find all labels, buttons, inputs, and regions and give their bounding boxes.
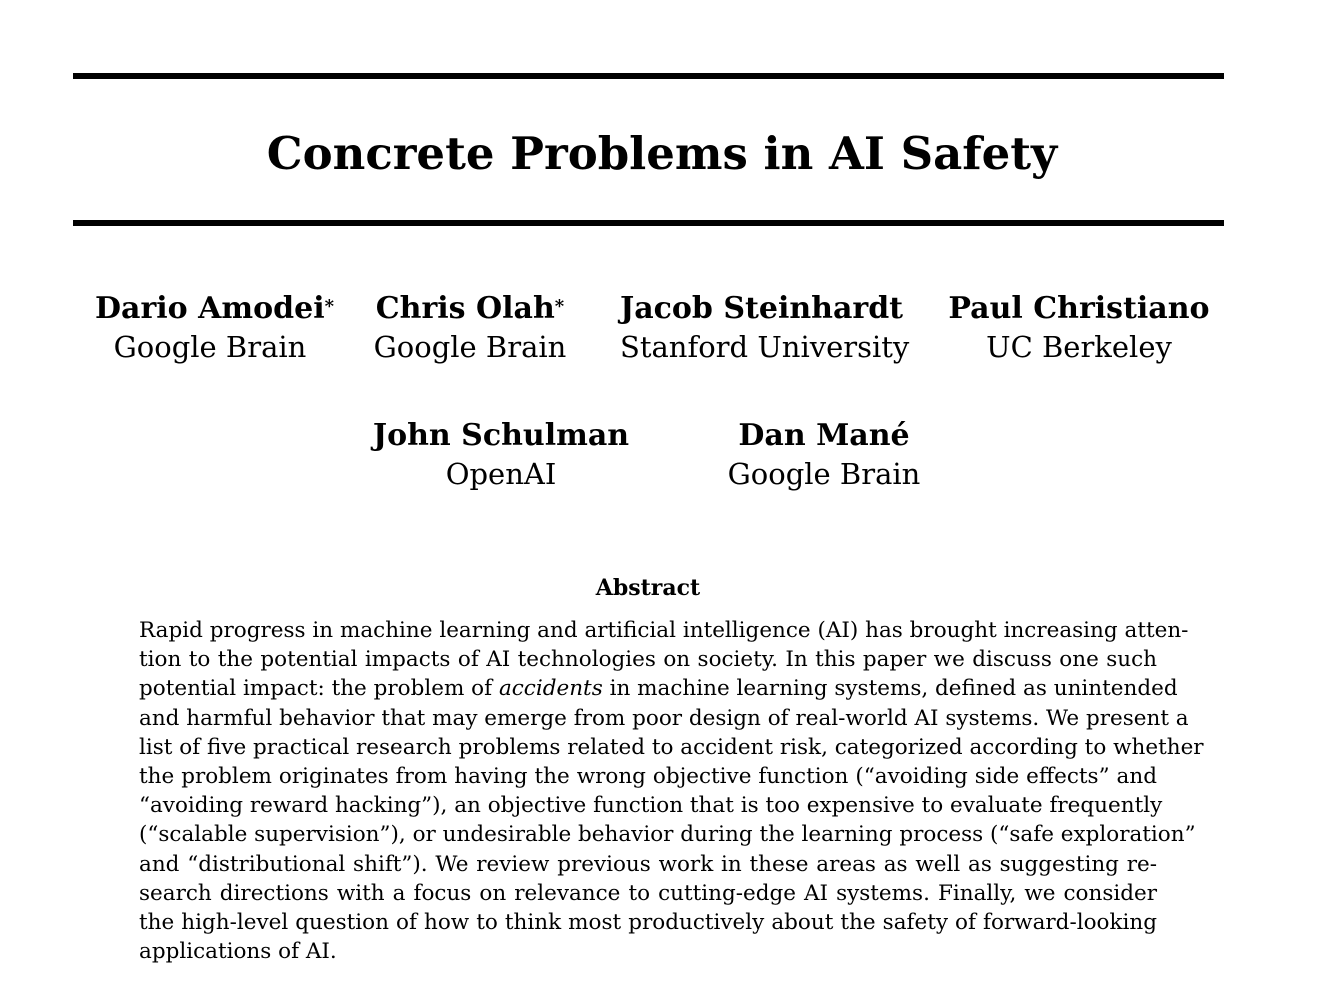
author-affiliation: UC Berkeley: [986, 330, 1172, 364]
author-name: Paul Christiano: [948, 291, 1210, 326]
equal-contribution-mark: *: [554, 296, 565, 317]
abstract-line: and harmful behavior that may emerge fro…: [139, 705, 1189, 731]
author-name: Dan Mané: [738, 418, 910, 453]
title-rule-bottom: [73, 220, 1224, 226]
abstract-body: Rapid progress in machine learning and a…: [139, 616, 1204, 966]
author-affiliation: Google Brain: [727, 457, 921, 491]
author-block: Dan Mané Google Brain: [720, 417, 928, 493]
abstract-line: the high-level question of how to think …: [139, 910, 1157, 936]
author-affiliation: Google Brain: [373, 330, 567, 364]
abstract-line: the problem originates from having the w…: [139, 764, 1157, 790]
abstract-line: potential impact: the problem of acciden…: [139, 676, 1178, 702]
abstract-line: tion to the potential impacts of AI tech…: [139, 647, 1157, 673]
author-affiliation: Google Brain: [113, 330, 307, 364]
author-name: Dario Amodei*: [95, 291, 335, 326]
abstract-line: applications of AI.: [139, 939, 337, 965]
author-name: Chris Olah*: [375, 291, 565, 326]
title-rule-top: [73, 73, 1224, 79]
abstract-line: Rapid progress in machine learning and a…: [139, 618, 1189, 643]
author-block: Chris Olah* Google Brain: [362, 290, 578, 366]
abstract-line: “avoiding reward hacking”), an objective…: [139, 793, 1163, 819]
abstract-line: list of five practical research problems…: [139, 734, 1204, 760]
author-affiliation: Stanford University: [620, 330, 910, 364]
author-name: John Schulman: [372, 418, 630, 453]
paper-title: Concrete Problems in AI Safety: [266, 127, 1058, 180]
author-block: John Schulman OpenAI: [372, 417, 630, 493]
author-block: Dario Amodei* Google Brain: [95, 290, 335, 366]
emphasis-accidents: accidents: [498, 676, 603, 702]
author-name: Jacob Steinhardt: [620, 291, 904, 326]
abstract-line: and “distributional shift”). We review p…: [139, 851, 1157, 877]
abstract-line: search directions with a focus on releva…: [139, 880, 1157, 906]
abstract-heading: Abstract: [595, 575, 701, 601]
author-block: Paul Christiano UC Berkeley: [946, 290, 1212, 366]
equal-contribution-mark: *: [324, 296, 335, 317]
abstract-line: (“scalable supervision”), or undesirable…: [139, 822, 1196, 848]
author-affiliation: OpenAI: [445, 457, 557, 491]
author-block: Jacob Steinhardt Stanford University: [620, 290, 910, 366]
